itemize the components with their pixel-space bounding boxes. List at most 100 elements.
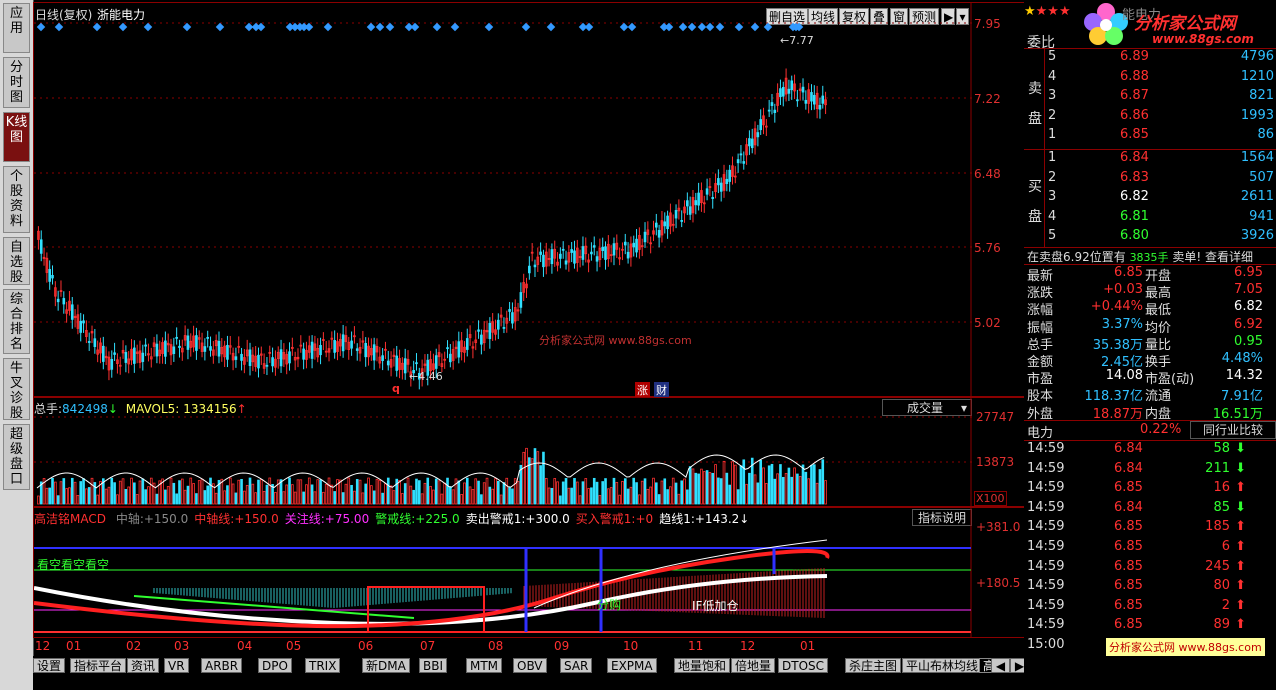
candle-body bbox=[742, 161, 746, 164]
tick-price: 6.84 bbox=[1114, 460, 1143, 476]
tick-price: 6.85 bbox=[1114, 480, 1143, 496]
candle-body bbox=[415, 362, 418, 365]
volume-bar bbox=[626, 488, 630, 505]
candle-body bbox=[781, 86, 785, 97]
volume-bar bbox=[293, 491, 297, 505]
volume-bar bbox=[460, 494, 463, 505]
volume-bar bbox=[172, 482, 176, 505]
indicator-tab[interactable]: BBI bbox=[419, 658, 448, 673]
volume-bar bbox=[581, 481, 585, 505]
volume-bar bbox=[333, 491, 336, 505]
candle-body bbox=[39, 239, 43, 254]
signal-diamond bbox=[687, 22, 697, 32]
orderbook-row[interactable]: 2 6.86 1993 bbox=[1046, 108, 1276, 127]
sidebar-item[interactable]: 牛叉诊股 bbox=[3, 358, 30, 421]
volume-axis-high: 27747 bbox=[976, 410, 1015, 424]
indicator-tab[interactable]: DTOSC bbox=[778, 658, 829, 673]
candle-body bbox=[70, 304, 74, 320]
sidebar-item[interactable]: K线图 bbox=[3, 112, 30, 162]
volume-bar bbox=[107, 486, 111, 505]
candle-body bbox=[372, 344, 376, 361]
volume-bar bbox=[141, 478, 145, 505]
volume-bar bbox=[488, 486, 492, 505]
candle-body bbox=[519, 292, 523, 308]
orderbook-row[interactable]: 2 6.83 507 bbox=[1046, 170, 1276, 189]
candle-body bbox=[217, 340, 221, 357]
indicator-tab[interactable]: 地量饱和 bbox=[674, 658, 731, 673]
time-axis-label: 05 bbox=[286, 639, 302, 653]
sidebar-item[interactable]: 超级盘口 bbox=[3, 424, 30, 490]
indicator-tab[interactable]: 倍地量 bbox=[731, 658, 776, 673]
orderbook-row[interactable]: 4 6.81 941 bbox=[1046, 209, 1276, 228]
orderbook-row[interactable]: 1 6.85 86 bbox=[1046, 127, 1276, 146]
indicator-tab[interactable]: DPO bbox=[258, 658, 292, 673]
volume-bar bbox=[324, 484, 328, 505]
time-axis-label: 11 bbox=[688, 639, 704, 653]
orderbook-row[interactable]: 5 6.89 4796 bbox=[1046, 49, 1276, 68]
volume-bar bbox=[423, 482, 427, 505]
volume-bar bbox=[621, 481, 624, 505]
sidebar-item[interactable]: 综合排名 bbox=[3, 289, 30, 354]
indicator-tab[interactable]: 新DMA bbox=[362, 658, 410, 673]
indicator-tab[interactable]: TRIX bbox=[305, 658, 341, 673]
volume-bar bbox=[155, 493, 159, 505]
order-notice: 在卖盘6.92位置有 3835手 卖单! 查看详细 bbox=[1027, 248, 1253, 265]
tick-time: 14:59 bbox=[1027, 578, 1065, 594]
candle-body bbox=[164, 340, 167, 357]
volume-bar bbox=[502, 482, 506, 505]
orderbook-row[interactable]: 3 6.82 2611 bbox=[1046, 189, 1276, 208]
marker-cai[interactable]: 财 bbox=[654, 382, 669, 398]
tick-volume: 89 bbox=[1213, 617, 1230, 633]
volume-bar bbox=[451, 489, 455, 505]
candle-body bbox=[750, 138, 754, 149]
volume-bar bbox=[539, 465, 542, 505]
tick-volume: 58 bbox=[1213, 441, 1230, 456]
notice-detail-link[interactable]: 查看详细 bbox=[1205, 250, 1253, 264]
marker-zhang[interactable]: 涨 bbox=[635, 382, 650, 398]
volume-bar bbox=[118, 480, 122, 505]
tick-row: 14:59 6.85 89 ⬆ bbox=[1024, 617, 1276, 636]
volume-panel[interactable]: 总手:842498↓ MAVOL5: 1334156↑ 成交量 ▾ 27747 … bbox=[33, 397, 1025, 507]
indicator-tab[interactable]: 杀庄主图 bbox=[845, 658, 902, 673]
candle-body bbox=[688, 206, 692, 215]
volume-bar bbox=[584, 478, 588, 505]
sidebar-item[interactable]: 个股资料 bbox=[3, 166, 30, 233]
indicator-tab[interactable]: 设置 bbox=[33, 658, 66, 673]
logo-area: ★★★★ 能电力 分析家公式网 www.88gs.com bbox=[1024, 0, 1276, 46]
indicator-tab[interactable]: VR bbox=[164, 658, 189, 673]
indicator-tab[interactable]: 指标平台 bbox=[70, 658, 127, 673]
price-axis-label: 6.48 bbox=[974, 167, 1001, 181]
scroll-left-icon[interactable]: ◀ bbox=[991, 658, 1010, 673]
orderbook-row[interactable]: 1 6.84 1564 bbox=[1046, 150, 1276, 169]
orderbook-row[interactable]: 5 6.80 3926 bbox=[1046, 228, 1276, 247]
signal-diamond bbox=[715, 22, 725, 32]
volume-bar bbox=[186, 485, 190, 505]
indicator-tab[interactable]: SAR bbox=[560, 658, 593, 673]
orderbook-row[interactable]: 4 6.88 1210 bbox=[1046, 69, 1276, 88]
volume-bar bbox=[787, 467, 791, 505]
sidebar-item[interactable]: 自选股 bbox=[3, 237, 30, 285]
orderbook-row[interactable]: 3 6.87 821 bbox=[1046, 88, 1276, 107]
candle-body bbox=[694, 200, 698, 206]
indicator-tab[interactable]: MTM bbox=[466, 658, 503, 673]
volume-bar bbox=[646, 488, 650, 505]
indicator-tab[interactable]: OBV bbox=[513, 658, 547, 673]
industry-compare-button[interactable]: 同行业比较 bbox=[1190, 421, 1276, 439]
indicator-tab[interactable]: ARBR bbox=[201, 658, 243, 673]
candle-body bbox=[279, 349, 283, 367]
candle-body bbox=[810, 92, 813, 102]
volume-bar bbox=[762, 467, 765, 505]
tick-row: 14:59 6.85 2 ⬆ bbox=[1024, 598, 1276, 617]
indicator-tab[interactable]: 平山布林均线 bbox=[902, 658, 983, 673]
signal-diamond bbox=[385, 22, 395, 32]
indicator-tab[interactable]: EXPMA bbox=[607, 658, 657, 673]
volume-bar bbox=[401, 493, 404, 505]
sidebar-item[interactable]: 应用 bbox=[3, 3, 30, 53]
indicator-panel[interactable]: 高洁铭MACD 中轴:+150.0 中轴线:+150.0 关注线:+75.00 警戒线… bbox=[33, 507, 1025, 638]
kline-panel[interactable]: 日线(复权) 浙能电力 删自选 均线 复权叠窗预测 ▶| ▾ 7.95 7.22 6.48 5… bbox=[33, 2, 1025, 398]
volume-bar bbox=[604, 478, 607, 505]
sidebar-item[interactable]: 分时图 bbox=[3, 57, 30, 108]
indicator-tab[interactable]: 资讯 bbox=[127, 658, 160, 673]
volume-bar bbox=[674, 482, 678, 505]
quote-label: 流通 bbox=[1145, 389, 1172, 405]
